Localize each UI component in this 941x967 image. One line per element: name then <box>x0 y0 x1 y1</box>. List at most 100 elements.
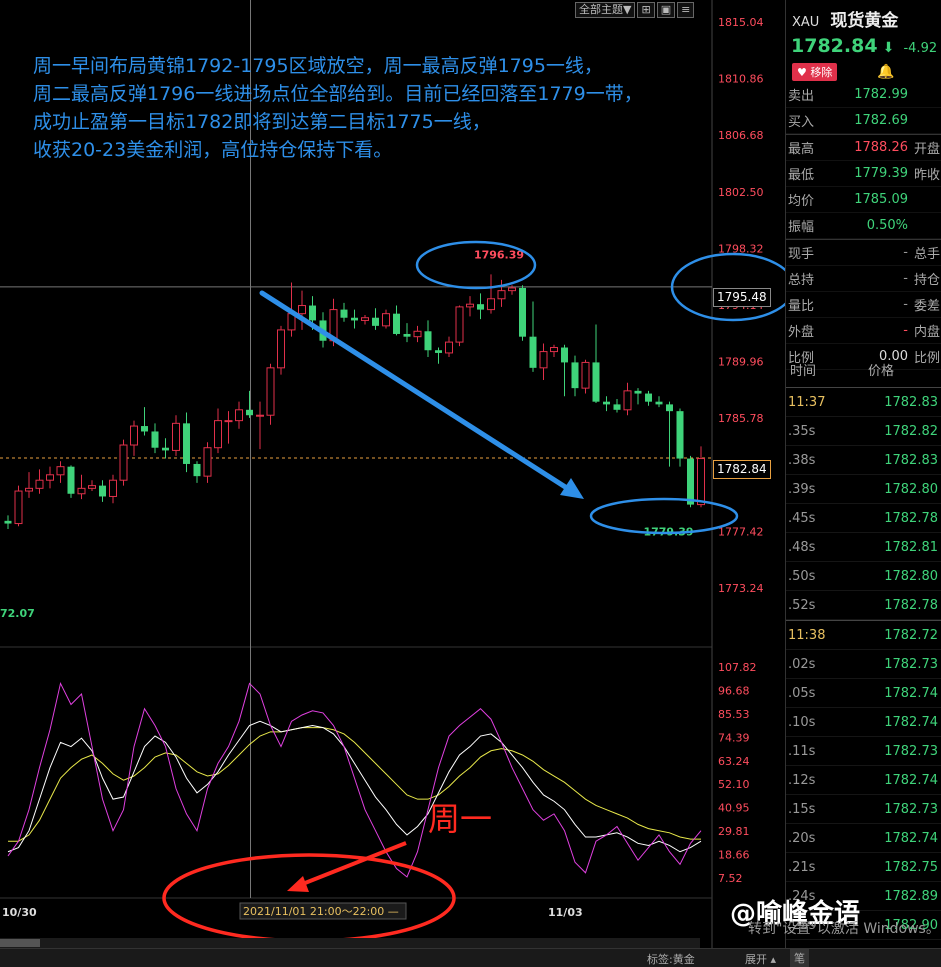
chart-toolbar: 全部主题▼ ⊞ ▣ ≡ <box>575 2 695 18</box>
tick-row: .21s 1782.75 <box>786 853 941 882</box>
down-arrow-icon: ⬇ <box>882 40 895 56</box>
annotation-line: 周二最高反弹1796一线进场点位全部给到。目前已经回落至1779一带， <box>33 83 643 105</box>
quote-row: 量比 - 委差 <box>786 292 941 318</box>
tick-time: .48s <box>788 539 816 555</box>
quote-key: 量比 <box>788 299 815 314</box>
candle-body <box>666 404 673 412</box>
tick-price: 1782.73 <box>884 656 938 672</box>
chart-area[interactable]: 1815.041810.861806.681802.501798.321794.… <box>0 0 785 948</box>
tick-row: .38s 1782.83 <box>786 446 941 475</box>
quote-key-2: 开盘 <box>914 142 941 157</box>
date-label: 11/03 <box>548 906 583 919</box>
tick-row: .10s 1782.74 <box>786 708 941 737</box>
tick-price: 1782.83 <box>884 452 938 468</box>
candle-body <box>466 303 474 308</box>
status-bar: 标签:黄金 展开 ▴ 笔 <box>0 948 941 967</box>
theme-dropdown[interactable]: 全部主题▼ <box>575 2 636 18</box>
remove-label: 移除 <box>810 66 833 79</box>
osc-mid-line <box>7 720 702 853</box>
scrollbar-thumb[interactable] <box>0 939 40 947</box>
candle-body <box>592 362 600 402</box>
candle-body <box>424 331 432 351</box>
quote-key: 买入 <box>788 115 815 130</box>
candle-body <box>340 309 348 318</box>
ticks-header-price: 价格 <box>868 364 895 379</box>
quote-key-2: 委差 <box>914 299 941 314</box>
candle-body <box>477 304 484 310</box>
list-icon[interactable]: ≡ <box>677 2 695 18</box>
ticks-header-time: 时间 <box>790 364 817 379</box>
osc-tick-label: 52.10 <box>718 778 750 791</box>
tick-row: 11:37 1782.83 <box>786 387 941 417</box>
candle-body <box>214 420 222 449</box>
chart-scrollbar[interactable] <box>0 938 700 948</box>
tick-price: 1782.81 <box>884 539 938 555</box>
quote-row: 最低 1779.39 昨收 <box>786 161 941 187</box>
candle-body <box>697 458 705 506</box>
tick-time: .50s <box>788 568 816 584</box>
tick-price: 1782.74 <box>884 714 938 730</box>
alert-bell-icon[interactable]: 🔔 <box>877 64 894 80</box>
quote-panel: XAU 现货黄金 1782.84 ⬇ -4.92 ♥ 移除 🔔 卖出 1782.9… <box>785 0 941 948</box>
symbol-code: XAU <box>792 15 820 30</box>
price-tick-label: 1810.86 <box>718 73 764 86</box>
price-change: -4.92 <box>903 41 938 56</box>
osc-tick-label: 107.82 <box>718 661 757 674</box>
tick-row: .50s 1782.80 <box>786 562 941 591</box>
last-price: 1782.84 <box>791 35 878 57</box>
candle-body <box>539 351 548 369</box>
tick-price: 1782.74 <box>884 685 938 701</box>
candle-body <box>203 447 212 477</box>
candle-body <box>256 414 264 417</box>
remove-watchlist-button[interactable]: ♥ 移除 <box>792 63 838 81</box>
tick-time: .21s <box>788 859 816 875</box>
candle-body <box>435 350 442 353</box>
heart-icon: ♥ <box>797 66 807 79</box>
tick-price: 1782.83 <box>884 394 938 410</box>
tick-time: .39s <box>788 481 816 497</box>
candle-body <box>413 330 422 338</box>
tick-row: .15s 1782.73 <box>786 795 941 824</box>
annotation-line: 周一早间布局黄锦1792-1795区域放空，周一最高反弹1795一线， <box>33 55 603 77</box>
price-tick-label: 1785.78 <box>718 412 764 425</box>
candle-body <box>581 361 590 389</box>
tick-row: .02s 1782.73 <box>786 650 941 679</box>
quote-value: 1785.09 <box>854 192 908 207</box>
candle-body <box>603 401 610 405</box>
quote-value: 0.50% <box>866 218 908 233</box>
candle-body <box>676 411 684 459</box>
quote-value: 1779.39 <box>854 166 908 181</box>
candle-body <box>445 341 453 354</box>
candle-body <box>613 404 621 410</box>
pen-button[interactable]: 笔 <box>790 949 809 967</box>
candle-body <box>561 347 568 363</box>
tick-price: 1782.80 <box>884 481 938 497</box>
price-tick-label: 1773.24 <box>718 582 764 595</box>
tick-price: 1782.80 <box>884 568 938 584</box>
osc-fast-line <box>7 681 702 878</box>
osc-tick-label: 85.53 <box>718 708 750 721</box>
candle-body <box>88 485 96 489</box>
tag-label[interactable]: 标签:黄金 <box>647 951 695 967</box>
expand-button[interactable]: 展开 ▴ <box>745 951 776 967</box>
annotation-line: 收获20-23美金利润，高位持仓保持下看。 <box>33 139 393 161</box>
grid-icon[interactable]: ⊞ <box>637 2 655 18</box>
candle-body <box>141 426 148 432</box>
osc-tick-label: 7.52 <box>718 872 743 885</box>
candle-body <box>351 317 358 321</box>
tick-time: .38s <box>788 452 816 468</box>
quote-key: 现手 <box>788 247 815 262</box>
candle-body <box>4 520 12 524</box>
quote-row: 最高 1788.26 开盘 <box>786 134 941 161</box>
candle-body <box>162 447 169 451</box>
quote-key: 均价 <box>788 194 815 209</box>
tick-row: .20s 1782.74 <box>786 824 941 853</box>
osc-tick-label: 74.39 <box>718 731 750 744</box>
tick-price: 1782.89 <box>884 888 938 904</box>
tick-row: .45s 1782.78 <box>786 504 941 533</box>
image-icon[interactable]: ▣ <box>656 2 676 18</box>
candle-body <box>183 423 190 464</box>
quote-value: - <box>903 323 908 338</box>
tick-time: .15s <box>788 801 816 817</box>
candle-body <box>361 317 369 321</box>
